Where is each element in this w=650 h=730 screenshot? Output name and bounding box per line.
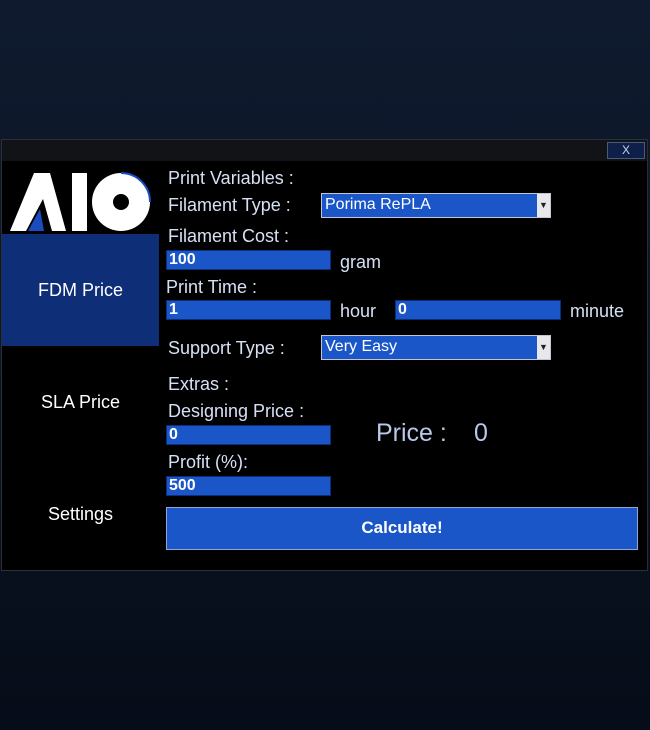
filament-type-value: Porima RePLA [325, 196, 431, 213]
chevron-down-icon[interactable]: ▼ [537, 336, 550, 359]
print-time-minutes-input[interactable]: 0 [395, 300, 561, 320]
support-type-select[interactable]: Very Easy ▼ [321, 335, 551, 360]
filament-type-label: Filament Type : [168, 195, 291, 215]
print-variables-heading: Print Variables : [168, 168, 294, 188]
gram-unit-label: gram [340, 252, 382, 272]
extras-heading: Extras : [168, 374, 230, 394]
price-value: 0 [474, 419, 488, 447]
support-type-label: Support Type : [168, 338, 285, 358]
print-time-hours-input[interactable]: 1 [166, 300, 331, 320]
sidebar: FDM Price SLA Price Settings [2, 161, 160, 571]
designing-price-label: Designing Price : [168, 401, 305, 421]
filament-cost-input[interactable]: 100 [166, 250, 331, 270]
hour-unit-label: hour [340, 301, 377, 321]
filament-cost-label: Filament Cost : [168, 226, 290, 246]
chevron-down-icon[interactable]: ▼ [537, 194, 550, 217]
profit-input[interactable]: 500 [166, 476, 331, 496]
logo-icon [10, 172, 151, 231]
designing-price-input[interactable]: 0 [166, 425, 331, 445]
price-label: Price : [376, 419, 447, 447]
app-window: X FDM Price SLA Price Settings Print Var… [1, 139, 648, 571]
close-button[interactable]: X [607, 142, 645, 159]
sidebar-item-sla-price[interactable]: SLA Price [2, 346, 159, 458]
filament-type-select[interactable]: Porima RePLA ▼ [321, 193, 551, 218]
sidebar-item-settings[interactable]: Settings [2, 458, 159, 570]
minute-unit-label: minute [570, 301, 625, 321]
support-type-value: Very Easy [325, 338, 398, 355]
profit-label: Profit (%): [168, 452, 249, 472]
calculate-button[interactable]: Calculate! [166, 507, 638, 550]
sidebar-item-fdm-price[interactable]: FDM Price [2, 234, 159, 346]
print-time-label: Print Time : [166, 277, 258, 297]
title-bar: X [2, 140, 647, 161]
